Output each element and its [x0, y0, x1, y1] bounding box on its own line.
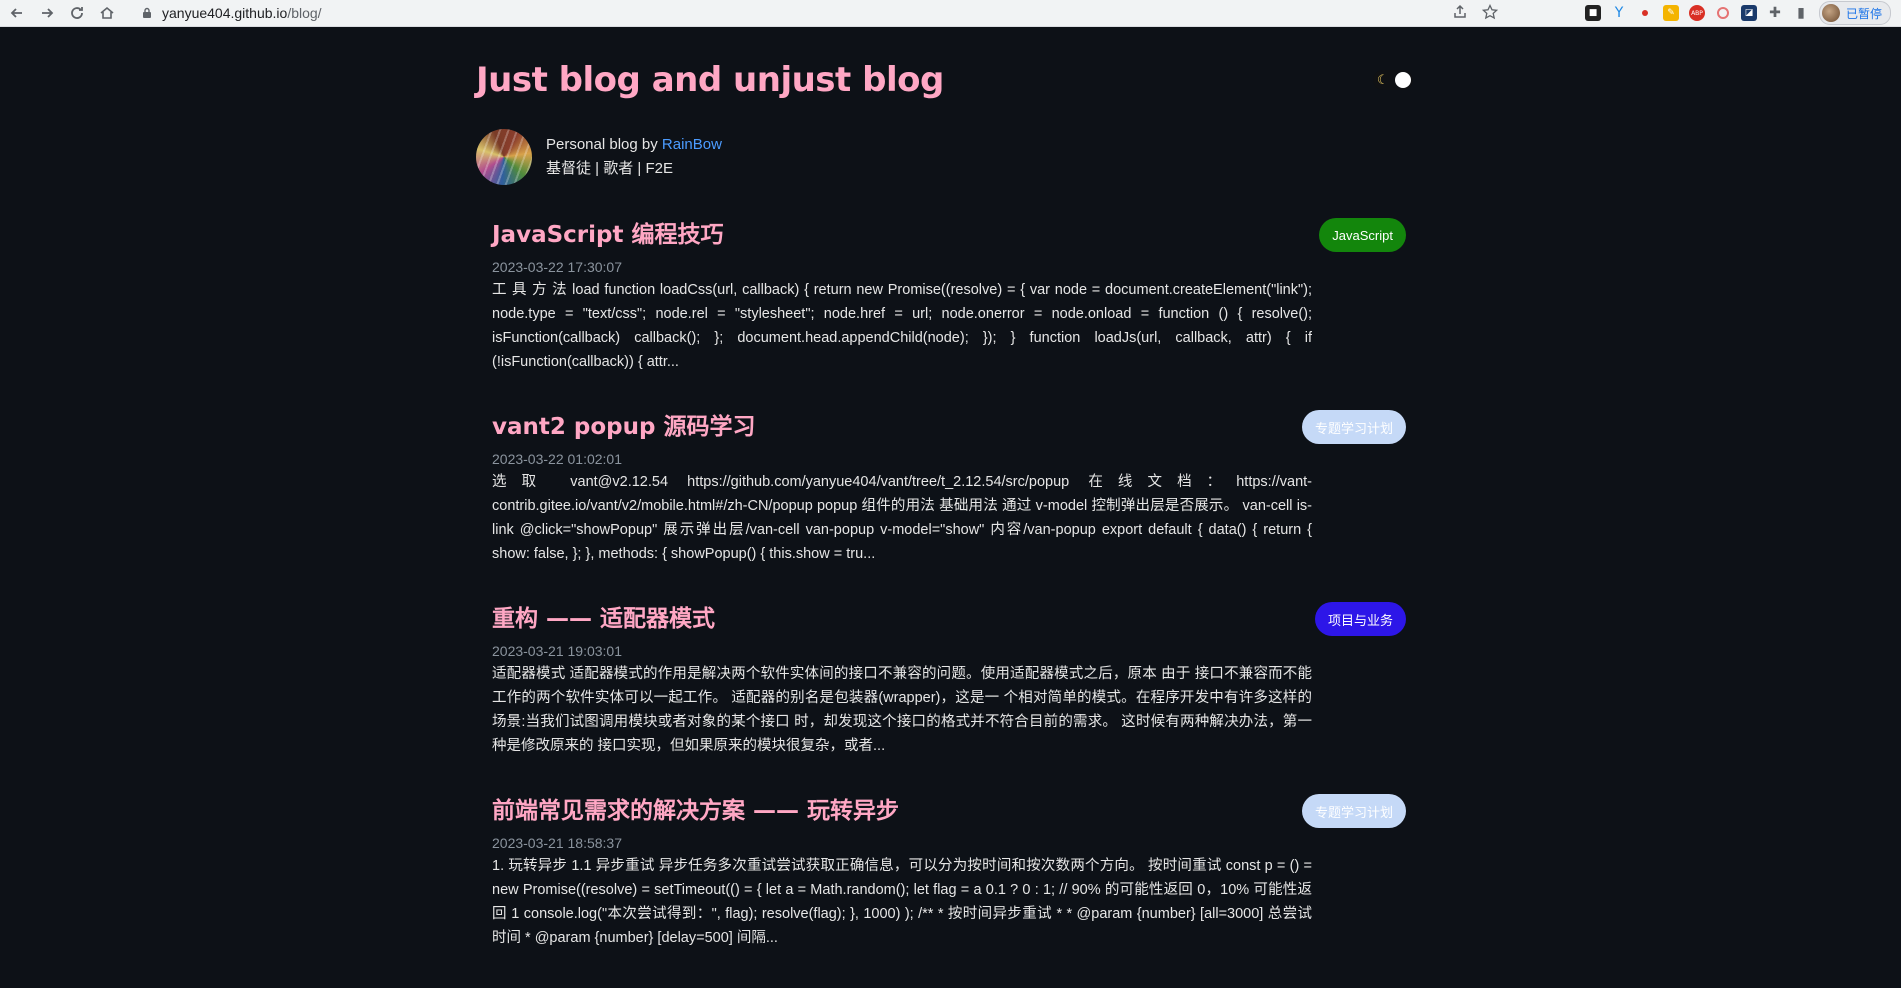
forward-icon[interactable] [34, 0, 60, 26]
author-avatar [476, 129, 532, 185]
profile-avatar [1821, 4, 1840, 22]
post-excerpt: 1. 玩转异步 1.1 异步重试 异步任务多次重试尝试获取正确信息，可以分为按时… [492, 858, 1312, 946]
post-item: 前端常见需求的解决方案 —— 玩转异步 2023-03-21 18:58:37 … [492, 794, 1406, 988]
post-date: 2023-03-22 17:30:07 [492, 259, 622, 275]
bio-line: Personal blog by RainBow [546, 133, 722, 157]
post-tag[interactable]: 专题学习计划 [1301, 410, 1406, 444]
post-title[interactable]: 重构 —— 适配器模式 [492, 604, 1406, 634]
post-excerpt: 选取 vant@v2.12.54 https://github.com/yany… [492, 474, 1312, 562]
profile-button[interactable]: 已暂停 [1818, 1, 1891, 25]
post-item: JavaScript 编程技巧 2023-03-22 17:30:07 工 具 … [492, 218, 1406, 412]
extension-icon-7[interactable]: ◪ [1740, 5, 1757, 21]
post-date: 2023-03-21 19:03:01 [492, 643, 622, 659]
toggle-knob [1395, 72, 1411, 88]
url-host: yanyue404.github.io [162, 5, 288, 21]
post-tag[interactable]: 专题学习计划 [1301, 794, 1406, 828]
extension-icon-1[interactable]: ■ [1584, 5, 1601, 21]
back-icon[interactable] [4, 0, 30, 26]
post-title[interactable]: JavaScript 编程技巧 [492, 220, 1406, 250]
post-excerpt: 工 具 方 法 load function loadCss(url, callb… [492, 282, 1312, 370]
profile-label: 已暂停 [1845, 6, 1882, 21]
site-title[interactable]: Just blog and unjust blog [476, 60, 944, 100]
moon-icon: ☾ [1377, 72, 1389, 87]
extension-icon-6[interactable] [1715, 5, 1731, 21]
post-title[interactable]: vant2 popup 源码学习 [492, 412, 1406, 442]
extension-icon-2[interactable]: Y [1611, 5, 1627, 21]
post-tag[interactable]: 项目与业务 [1314, 602, 1406, 636]
page: Just blog and unjust blog ☾ Personal blo… [0, 27, 1901, 985]
bio-tagline: 基督徒 | 歌者 | F2E [546, 160, 673, 177]
extension-icon-3[interactable] [1637, 5, 1653, 21]
post-date: 2023-03-21 18:58:37 [492, 835, 622, 851]
post-list: JavaScript 编程技巧 2023-03-22 17:30:07 工 具 … [492, 218, 1406, 988]
post-tag[interactable]: JavaScript [1319, 218, 1406, 252]
abp-icon[interactable]: ABP [1688, 5, 1705, 21]
extensions-puzzle-icon[interactable]: ✚ [1767, 5, 1783, 21]
post-date: 2023-03-22 01:02:01 [492, 451, 622, 467]
reload-icon[interactable] [64, 0, 90, 26]
side-panel-icon[interactable]: ▮ [1793, 5, 1809, 21]
bio-prefix: Personal blog by [546, 136, 662, 153]
author-link[interactable]: RainBow [662, 136, 722, 153]
lock-icon [143, 7, 151, 18]
address-bar[interactable]: yanyue404.github.io/blog/ [140, 0, 1506, 26]
post-title[interactable]: 前端常见需求的解决方案 —— 玩转异步 [492, 796, 1406, 826]
bookmark-star-icon[interactable] [1482, 4, 1498, 20]
post-excerpt: 适配器模式 适配器模式的作用是解决两个软件实体间的接口不兼容的问题。使用适配器模… [492, 666, 1312, 754]
author-bio: Personal blog by RainBow 基督徒 | 歌者 | F2E [476, 129, 722, 185]
post-item: vant2 popup 源码学习 2023-03-22 01:02:01 选取 … [492, 410, 1406, 604]
post-item: 重构 —— 适配器模式 2023-03-21 19:03:01 适配器模式 适配… [492, 602, 1406, 796]
home-icon[interactable] [94, 0, 120, 26]
theme-toggle[interactable]: ☾ [1373, 70, 1413, 90]
browser-toolbar: yanyue404.github.io/blog/ ■ Y ✎ ABP ◪ ✚ … [0, 0, 1901, 27]
share-icon[interactable] [1452, 4, 1468, 20]
extension-icon-4[interactable]: ✎ [1662, 5, 1679, 21]
url-path: /blog/ [287, 5, 322, 21]
